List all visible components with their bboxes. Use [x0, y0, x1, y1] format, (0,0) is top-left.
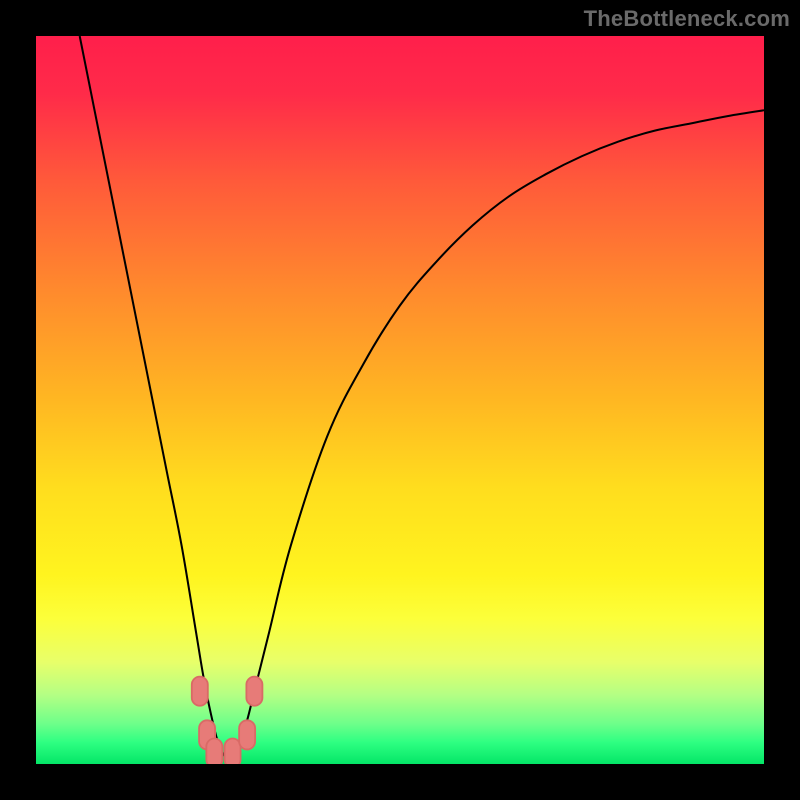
optimal-marker — [246, 677, 262, 706]
optimal-marker — [192, 677, 208, 706]
chart-frame: TheBottleneck.com — [0, 0, 800, 800]
optimal-marker — [239, 720, 255, 749]
marker-group — [192, 677, 263, 764]
bottleneck-curve — [80, 36, 764, 759]
curve-layer — [36, 36, 764, 764]
watermark-text: TheBottleneck.com — [584, 6, 790, 32]
optimal-marker — [206, 739, 222, 764]
plot-area — [36, 36, 764, 764]
optimal-marker — [225, 739, 241, 764]
